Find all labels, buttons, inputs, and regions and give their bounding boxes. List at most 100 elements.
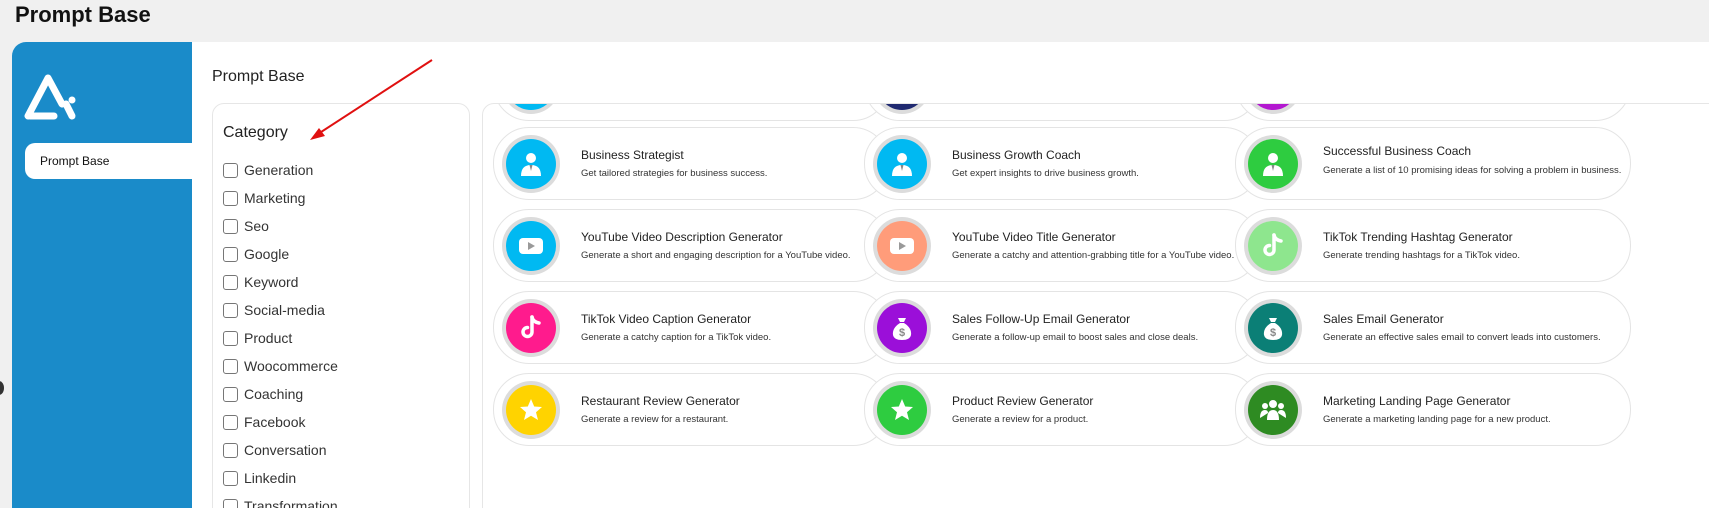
category-label: Conversation (244, 442, 327, 458)
prompt-card-description: Get expert insights to drive business gr… (952, 168, 1139, 179)
category-item-transformation[interactable]: Transformation (223, 492, 338, 508)
prompt-card-icon-ring (502, 135, 560, 193)
svg-text:$: $ (899, 327, 905, 339)
prompt-card-icon-ring: $ (1244, 299, 1302, 357)
category-item-coaching[interactable]: Coaching (223, 380, 338, 408)
star-icon (877, 385, 927, 435)
prompt-card-description: Generate a follow-up email to boost sale… (952, 332, 1199, 343)
sidebar-item-prompt-base[interactable]: Prompt Base (25, 143, 192, 179)
prompt-card[interactable]: $ Sales Email Generator Generate an effect… (1235, 291, 1631, 364)
sidebar: Prompt Base (12, 42, 192, 508)
businessman-icon (877, 139, 927, 189)
prompt-card-title: Marketing Landing Page Generator (1323, 394, 1511, 408)
category-checkbox[interactable] (223, 190, 238, 206)
category-item-seo[interactable]: Seo (223, 212, 338, 240)
category-item-keyword[interactable]: Keyword (223, 268, 338, 296)
prompt-card[interactable]: $ Sales Follow-Up Email Generator Generate… (864, 291, 1260, 364)
prompt-card-title: TikTok Video Caption Generator (581, 312, 752, 326)
category-item-google[interactable]: Google (223, 240, 338, 268)
category-item-conversation[interactable]: Conversation (223, 436, 338, 464)
prompt-grid: Business Strategist Get tailored strategi… (482, 103, 1709, 508)
money-bag-icon: $ (1248, 303, 1298, 353)
prompt-card[interactable]: Restaurant Review Generator Generate a re… (493, 373, 889, 446)
prompt-card-description: Generate a catchy caption for a TikTok v… (581, 332, 772, 343)
prompt-card[interactable]: YouTube Video Title Generator Generate a … (864, 209, 1260, 282)
prompt-card-title: Successful Business Coach (1323, 144, 1472, 158)
category-checkbox[interactable] (223, 302, 238, 318)
prompt-card-description: Get tailored strategies for business suc… (581, 168, 768, 179)
prompt-card-title: Product Review Generator (952, 394, 1094, 408)
prompt-card[interactable] (864, 104, 1260, 121)
app-frame: Prompt Base Prompt Base Category Generat… (12, 42, 1709, 508)
prompt-card[interactable]: Successful Business Coach Generate a list… (1235, 127, 1631, 200)
page-title: Prompt Base (212, 68, 305, 85)
category-label: Generation (244, 162, 314, 178)
youtube-icon (877, 221, 927, 271)
prompt-card[interactable]: Marketing Landing Page Generator Generate… (1235, 373, 1631, 446)
category-checkbox[interactable] (223, 498, 238, 508)
category-label: Coaching (244, 386, 304, 402)
prompt-card-icon-ring (502, 299, 560, 357)
category-label: Keyword (244, 274, 299, 290)
prompt-card-icon-ring (1244, 135, 1302, 193)
prompt-card-title: TikTok Trending Hashtag Generator (1323, 230, 1513, 244)
prompt-card[interactable]: Product Review Generator Generate a revie… (864, 373, 1260, 446)
category-item-social-media[interactable]: Social-media (223, 296, 338, 324)
category-item-woocommerce[interactable]: Woocommerce (223, 352, 338, 380)
prompt-card[interactable]: TikTok Video Caption Generator Generate a… (493, 291, 889, 364)
category-checkbox[interactable] (223, 358, 238, 374)
category-checkbox[interactable] (223, 246, 238, 262)
prompt-card-icon-ring (873, 135, 931, 193)
prompt-card-description: Generate a review for a product. (952, 414, 1089, 425)
category-label: Social-media (244, 302, 325, 318)
category-label: Facebook (244, 414, 306, 430)
category-list: Generation Marketing Seo Google Keyword Socia… (223, 156, 338, 508)
prompt-icon (1248, 104, 1298, 110)
category-checkbox[interactable] (223, 162, 238, 178)
category-checkbox[interactable] (223, 218, 238, 234)
tiktok-icon (506, 303, 556, 353)
businessman-icon (1248, 139, 1298, 189)
scroll-handle[interactable] (0, 381, 4, 395)
category-checkbox[interactable] (223, 414, 238, 430)
prompt-card[interactable]: Business Growth Coach Get expert insights… (864, 127, 1260, 200)
prompt-card[interactable]: Business Strategist Get tailored strategi… (493, 127, 889, 200)
businessman-icon (506, 139, 556, 189)
prompt-icon (506, 104, 556, 110)
prompt-card-title: Business Strategist (581, 148, 684, 162)
prompt-card-description: Generate a short and engaging descriptio… (581, 250, 851, 261)
prompt-card[interactable]: TikTok Trending Hashtag Generator Generat… (1235, 209, 1631, 282)
category-item-marketing[interactable]: Marketing (223, 184, 338, 212)
prompt-card-title: YouTube Video Title Generator (952, 230, 1116, 244)
star-icon (506, 385, 556, 435)
prompt-card-title: YouTube Video Description Generator (581, 230, 783, 244)
prompt-card-title: Restaurant Review Generator (581, 394, 740, 408)
category-panel: Category Generation Marketing Seo Google Key… (212, 103, 470, 508)
prompt-card-description: Generate a marketing landing page for a … (1323, 414, 1551, 425)
prompt-card[interactable]: YouTube Video Description Generator Gener… (493, 209, 889, 282)
prompt-card-description: Generate an effective sales email to con… (1323, 332, 1601, 343)
category-item-facebook[interactable]: Facebook (223, 408, 338, 436)
window-title: Prompt Base (15, 2, 151, 27)
prompt-card[interactable] (493, 104, 889, 121)
category-item-linkedin[interactable]: Linkedin (223, 464, 338, 492)
prompt-card[interactable] (1235, 104, 1631, 121)
prompt-card-description: Generate a catchy and attention-grabbing… (952, 250, 1235, 261)
category-item-product[interactable]: Product (223, 324, 338, 352)
category-checkbox[interactable] (223, 442, 238, 458)
category-checkbox[interactable] (223, 274, 238, 290)
category-checkbox[interactable] (223, 470, 238, 486)
category-item-generation[interactable]: Generation (223, 156, 338, 184)
prompt-card-icon-ring (1244, 104, 1302, 114)
category-label: Seo (244, 218, 269, 234)
app-logo-icon (24, 74, 76, 120)
category-checkbox[interactable] (223, 386, 238, 402)
category-checkbox[interactable] (223, 330, 238, 346)
svg-text:$: $ (1270, 327, 1276, 339)
prompt-card-description: Generate a review for a restaurant. (581, 414, 729, 425)
prompt-card-icon-ring (502, 217, 560, 275)
category-label: Transformation (244, 498, 338, 508)
prompt-card-title: Sales Follow-Up Email Generator (952, 312, 1131, 326)
youtube-icon (506, 221, 556, 271)
category-label: Google (244, 246, 290, 262)
